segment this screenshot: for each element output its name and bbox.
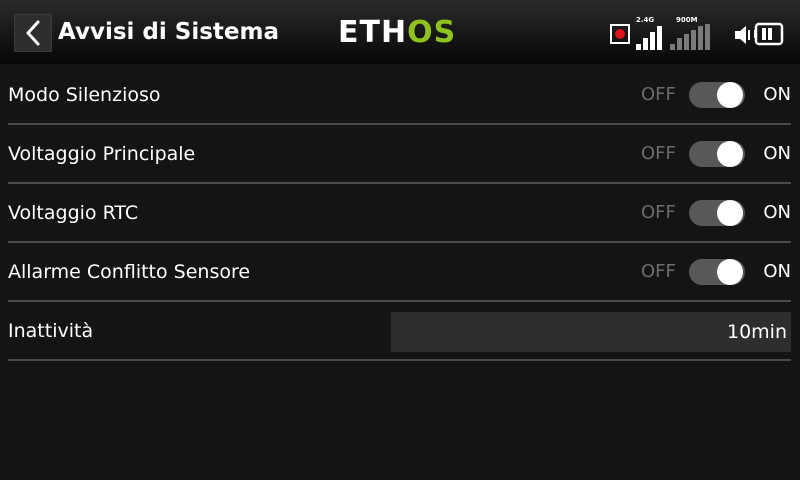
screen: Avvisi di Sistema ETHOS 2.4G 900M Modo S… xyxy=(0,0,800,480)
record-dot xyxy=(615,29,625,39)
toggle-knob xyxy=(717,200,743,226)
toggle-track[interactable] xyxy=(689,82,745,108)
page-title: Avvisi di Sistema xyxy=(58,19,280,45)
signal-bar xyxy=(643,38,648,50)
toggle-off-label: OFF xyxy=(641,84,676,105)
signal-24-label: 2.4G xyxy=(636,16,655,24)
toggle-off-label: OFF xyxy=(641,202,676,223)
logo-os: OS xyxy=(407,15,457,50)
toggle-on-label: ON xyxy=(763,84,791,105)
toggle-on-label: ON xyxy=(763,202,791,223)
sensor-conflict-toggle[interactable]: OFF ON xyxy=(641,257,791,287)
setting-label: Allarme Conflitto Sensore xyxy=(8,261,251,283)
battery-icon xyxy=(754,22,784,46)
setting-row-voltaggio-principale: Voltaggio Principale OFF ON xyxy=(8,125,791,184)
record-icon[interactable] xyxy=(610,24,630,44)
logo-eth: ETH xyxy=(338,15,408,50)
setting-row-modo-silenzioso: Modo Silenzioso OFF ON xyxy=(8,66,791,125)
toggle-knob xyxy=(717,259,743,285)
inactivity-value-field[interactable]: 10min xyxy=(391,312,791,352)
toggle-knob xyxy=(717,82,743,108)
silent-mode-toggle[interactable]: OFF ON xyxy=(641,80,791,110)
setting-label: Voltaggio Principale xyxy=(8,143,196,165)
toggle-on-label: ON xyxy=(763,143,791,164)
signal-bar xyxy=(650,32,655,50)
chevron-left-icon xyxy=(26,20,40,46)
back-button[interactable] xyxy=(14,14,52,52)
setting-row-allarme-conflitto-sensore: Allarme Conflitto Sensore OFF ON xyxy=(8,243,791,302)
main-voltage-toggle[interactable]: OFF ON xyxy=(641,139,791,169)
toggle-track[interactable] xyxy=(689,259,745,285)
signal-900-icon: 900M xyxy=(670,16,714,50)
signal-bar xyxy=(698,26,703,50)
toggle-off-label: OFF xyxy=(641,261,676,282)
toggle-on-label: ON xyxy=(763,261,791,282)
signal-bar xyxy=(705,24,710,50)
rtc-voltage-toggle[interactable]: OFF ON xyxy=(641,198,791,228)
toggle-knob xyxy=(717,141,743,167)
signal-900-label: 900M xyxy=(676,16,698,24)
setting-label: Voltaggio RTC xyxy=(8,202,139,224)
status-area: 2.4G 900M xyxy=(610,14,786,50)
setting-row-inattivita: Inattività 10min xyxy=(8,302,791,361)
toggle-track[interactable] xyxy=(689,141,745,167)
settings-list: Modo Silenzioso OFF ON Voltaggio Princip… xyxy=(0,66,800,361)
toggle-off-label: OFF xyxy=(641,143,676,164)
signal-bar xyxy=(691,30,696,50)
ethos-logo: ETHOS xyxy=(338,14,456,52)
signal-bar xyxy=(670,44,675,50)
signal-bar xyxy=(657,26,662,50)
header-bar: Avvisi di Sistema ETHOS 2.4G 900M xyxy=(0,0,800,64)
setting-row-voltaggio-rtc: Voltaggio RTC OFF ON xyxy=(8,184,791,243)
signal-bar xyxy=(684,34,689,50)
signal-bar xyxy=(636,44,641,50)
setting-label: Modo Silenzioso xyxy=(8,84,161,106)
signal-bar xyxy=(677,38,682,50)
setting-label: Inattività xyxy=(8,320,94,342)
speaker-muted-icon[interactable] xyxy=(734,24,756,46)
toggle-track[interactable] xyxy=(689,200,745,226)
